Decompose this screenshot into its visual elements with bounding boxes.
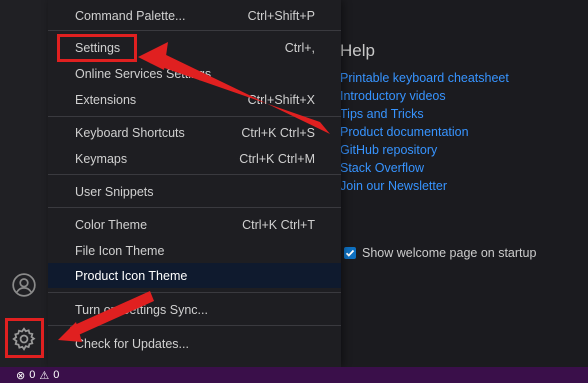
- menu-item-label: Command Palette...: [75, 8, 186, 23]
- menu-separator: [48, 30, 341, 31]
- menu-item-label: File Icon Theme: [75, 243, 165, 258]
- menu-item-file-icon-theme[interactable]: File Icon Theme: [48, 238, 341, 263]
- menu-item-label: User Snippets: [75, 184, 154, 199]
- help-heading: Help: [340, 41, 375, 60]
- show-welcome-label: Show welcome page on startup: [362, 246, 537, 260]
- menu-item-keyboard-shortcuts[interactable]: Keyboard Shortcuts Ctrl+K Ctrl+S: [48, 120, 341, 145]
- help-link-newsletter[interactable]: Join our Newsletter: [340, 179, 447, 193]
- warning-icon[interactable]: ⚠: [39, 369, 49, 382]
- menu-item-shortcut: Ctrl+Shift+X: [247, 92, 315, 107]
- error-icon[interactable]: ⊗: [16, 369, 25, 382]
- warning-count[interactable]: 0: [53, 369, 59, 381]
- activity-bar: [0, 0, 48, 367]
- help-link-documentation[interactable]: Product documentation: [340, 125, 469, 139]
- help-link-cheatsheet[interactable]: Printable keyboard cheatsheet: [340, 71, 509, 85]
- menu-separator: [48, 116, 341, 117]
- menu-item-check-updates[interactable]: Check for Updates...: [48, 331, 341, 356]
- menu-separator: [48, 207, 341, 208]
- menu-item-label: Extensions: [75, 92, 137, 107]
- menu-item-label: Color Theme: [75, 217, 148, 232]
- menu-item-online-services-settings[interactable]: Online Services Settings: [48, 61, 341, 86]
- menu-item-label: Online Services Settings: [75, 66, 212, 81]
- menu-item-shortcut: Ctrl+,: [284, 40, 315, 55]
- gear-highlight-box: [5, 318, 44, 358]
- menu-item-color-theme[interactable]: Color Theme Ctrl+K Ctrl+T: [48, 212, 341, 237]
- menu-item-label: Check for Updates...: [75, 336, 189, 351]
- menu-separator: [48, 174, 341, 175]
- menu-separator: [48, 325, 341, 326]
- error-count[interactable]: 0: [29, 369, 35, 381]
- menu-item-shortcut: Ctrl+K Ctrl+M: [239, 151, 315, 166]
- menu-item-label: Keyboard Shortcuts: [75, 125, 185, 140]
- menu-item-extensions[interactable]: Extensions Ctrl+Shift+X: [48, 87, 341, 112]
- account-icon: [12, 273, 36, 297]
- menu-item-user-snippets[interactable]: User Snippets: [48, 179, 341, 204]
- menu-item-label: Turn on Settings Sync...: [75, 302, 208, 317]
- menu-item-settings-sync[interactable]: Turn on Settings Sync...: [48, 297, 341, 322]
- help-link-videos[interactable]: Introductory videos: [340, 89, 446, 103]
- help-link-github[interactable]: GitHub repository: [340, 143, 437, 157]
- settings-highlight-box: [57, 34, 137, 62]
- menu-item-product-icon-theme[interactable]: Product Icon Theme: [48, 263, 341, 288]
- menu-item-command-palette[interactable]: Command Palette... Ctrl+Shift+P: [48, 3, 341, 28]
- checkmark-icon: [345, 249, 355, 257]
- help-links: Printable keyboard cheatsheet Introducto…: [340, 69, 509, 195]
- menu-item-shortcut: Ctrl+K Ctrl+T: [242, 217, 315, 232]
- menu-separator: [48, 292, 341, 293]
- help-link-stackoverflow[interactable]: Stack Overflow: [340, 161, 424, 175]
- help-link-tips[interactable]: Tips and Tricks: [340, 107, 424, 121]
- status-bar: ⊗ 0 ⚠ 0: [0, 367, 588, 383]
- menu-item-label: Keymaps: [75, 151, 128, 166]
- menu-item-shortcut: Ctrl+K Ctrl+S: [241, 125, 315, 140]
- account-button[interactable]: [9, 270, 39, 300]
- menu-item-keymaps[interactable]: Keymaps Ctrl+K Ctrl+M: [48, 146, 341, 171]
- show-welcome-toggle[interactable]: Show welcome page on startup: [344, 246, 536, 260]
- show-welcome-checkbox[interactable]: [344, 247, 356, 259]
- menu-item-label: Product Icon Theme: [75, 268, 188, 283]
- menu-item-shortcut: Ctrl+Shift+P: [247, 8, 315, 23]
